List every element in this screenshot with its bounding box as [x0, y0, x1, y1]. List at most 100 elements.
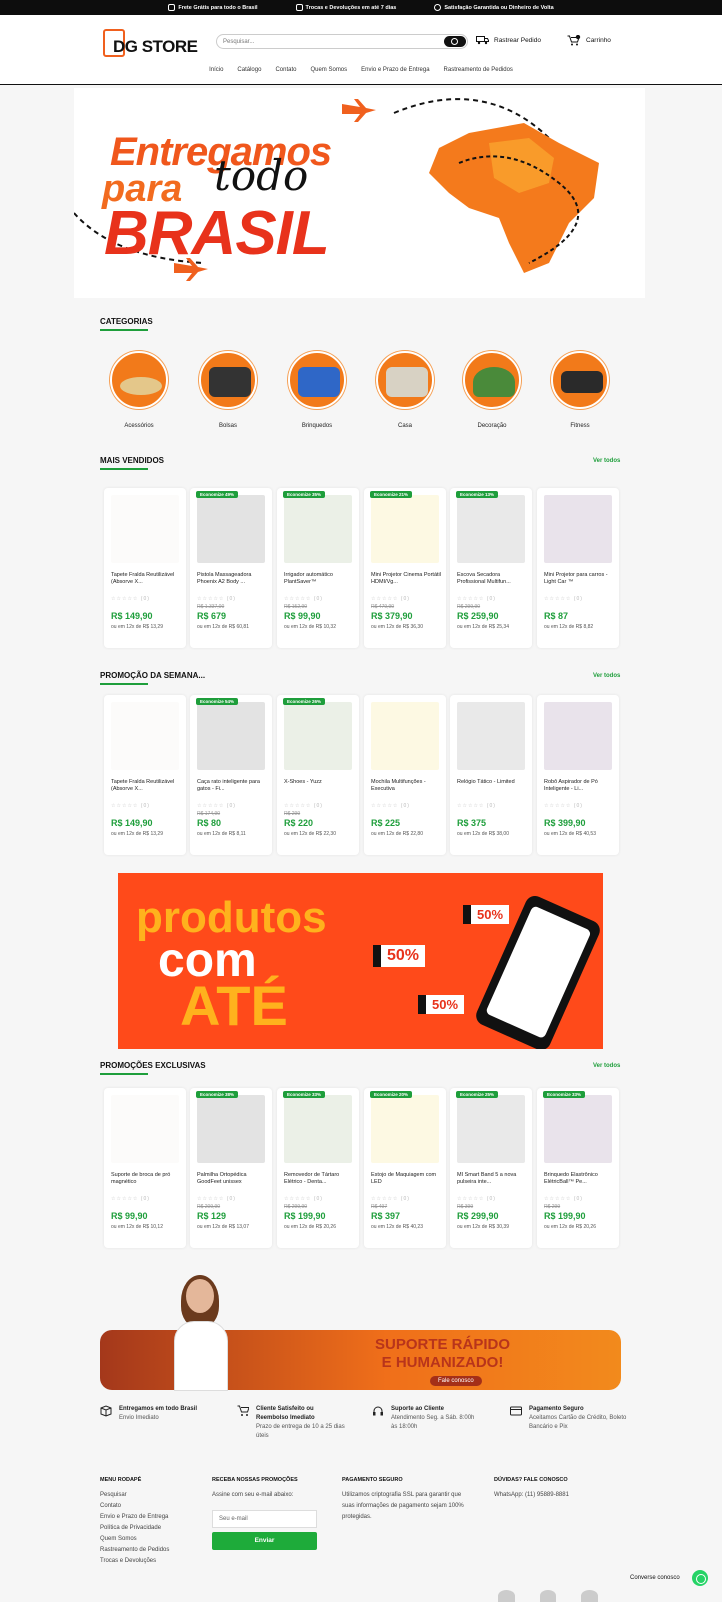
newsletter-submit-button[interactable]: Enviar: [212, 1532, 317, 1550]
product-image[interactable]: [197, 702, 265, 770]
product-name[interactable]: Tapete Fralda Reutilizável (Absorve X...: [111, 572, 181, 586]
product-image[interactable]: [544, 495, 612, 563]
whatsapp-icon[interactable]: [692, 1570, 708, 1586]
installments: ou em 12x de R$ 25,34: [457, 624, 509, 630]
product-card[interactable]: Tapete Fralda Reutilizável (Absorve X...…: [104, 488, 186, 648]
cart-link[interactable]: Carrinho: [567, 35, 611, 46]
nav-item-quem-somos[interactable]: Quem Somos: [310, 67, 347, 73]
product-card[interactable]: Robô Aspirador de Pó Inteligente - Li...…: [537, 695, 619, 855]
product-card[interactable]: Economize 49% Pistola Massageadora Phoeni…: [190, 488, 272, 648]
category-bolsas[interactable]: Bolsas: [196, 351, 260, 429]
product-card[interactable]: Economize 21% Mini Projetor Cinema Portát…: [364, 488, 446, 648]
hero-banner[interactable]: Entregamos para BRASIL todo: [74, 88, 645, 298]
footer-link[interactable]: Envio e Prazo de Entrega: [100, 1512, 200, 1523]
section-title-categories: CATEGORIAS: [100, 317, 153, 331]
product-image[interactable]: [544, 702, 612, 770]
rating-stars: ☆☆☆☆☆ (0): [284, 803, 323, 809]
product-card[interactable]: Economize 25% MI Smart Band 5 a nova puls…: [450, 1088, 532, 1248]
product-card[interactable]: Economize 26% X-Shoes - Yuzz ☆☆☆☆☆ (0) R$ 2…: [277, 695, 359, 855]
product-card[interactable]: Mini Projetor para carros - Light Car ™ ☆…: [537, 488, 619, 648]
product-name[interactable]: Removedor de Tártaro Elétrico - Denta...: [284, 1172, 354, 1186]
footer-link[interactable]: Rastreamento de Pedidos: [100, 1545, 200, 1556]
section-title-week-promo: PROMOÇÃO DA SEMANA...: [100, 671, 206, 685]
product-name[interactable]: Pistola Massageadora Phoenix A2 Body ...: [197, 572, 267, 586]
promo-banner[interactable]: produtos com ATÉ 50% 50% 50%: [118, 873, 603, 1049]
footer-link[interactable]: Contato: [100, 1501, 200, 1512]
product-name[interactable]: Palmilha Ortopédica GoodFeet unissex: [197, 1172, 267, 1186]
product-name[interactable]: Mochila Multifunções - Executiva: [371, 779, 441, 793]
nav-item-contato[interactable]: Contato: [275, 67, 296, 73]
product-card[interactable]: Economize 33% Removedor de Tártaro Elétri…: [277, 1088, 359, 1248]
whatsapp-label[interactable]: Converse conosco: [630, 1575, 680, 1581]
product-image[interactable]: [111, 702, 179, 770]
category-brinquedos[interactable]: Brinquedos: [285, 351, 349, 429]
product-image[interactable]: [371, 1095, 439, 1163]
product-name[interactable]: Escova Secadora Profissional Multifun...: [457, 572, 527, 586]
product-image[interactable]: [111, 1095, 179, 1163]
product-price: R$ 99,90: [111, 1211, 148, 1221]
search-input[interactable]: Pesquisar...: [216, 34, 468, 49]
track-order-link[interactable]: Rastrear Pedido: [476, 35, 541, 45]
see-all-link[interactable]: Ver todos: [593, 458, 620, 464]
product-card[interactable]: Economize 20% Estojo de Maquiagem com LED…: [364, 1088, 446, 1248]
product-card[interactable]: Economize 33% Brinquedo Elastrônico Elétr…: [537, 1088, 619, 1248]
contact-button[interactable]: Fale conosco: [430, 1376, 482, 1386]
footer-link[interactable]: Quem Somos: [100, 1534, 200, 1545]
product-name[interactable]: Mini Projetor para carros - Light Car ™: [544, 572, 614, 586]
product-name[interactable]: Suporte de broca de pró magnético: [111, 1172, 181, 1186]
product-image[interactable]: [197, 495, 265, 563]
nav-item-envio[interactable]: Envio e Prazo de Entrega: [361, 67, 429, 73]
product-price: R$ 87: [544, 611, 569, 621]
product-name[interactable]: Caça rato inteligente para gatos - Fi...: [197, 779, 267, 793]
product-image[interactable]: [457, 1095, 525, 1163]
product-card[interactable]: Mochila Multifunções - Executiva ☆☆☆☆☆ (0…: [364, 695, 446, 855]
product-image[interactable]: [457, 702, 525, 770]
product-image[interactable]: [111, 495, 179, 563]
footer-link[interactable]: Trocas e Devoluções: [100, 1556, 200, 1567]
product-name[interactable]: Estojo de Maquiagem com LED: [371, 1172, 441, 1186]
nav-item-rastreamento[interactable]: Rastreamento de Pedidos: [444, 67, 513, 73]
see-all-link[interactable]: Ver todos: [593, 673, 620, 679]
search-button[interactable]: [444, 36, 466, 47]
nav-item-inicio[interactable]: Início: [209, 67, 223, 73]
product-image[interactable]: [284, 702, 352, 770]
product-name[interactable]: Brinquedo Elastrônico ElétricBall™ Pe...: [544, 1172, 614, 1186]
see-all-link[interactable]: Ver todos: [593, 1063, 620, 1069]
cart-icon: [567, 35, 581, 46]
category-fitness[interactable]: Fitness: [548, 351, 612, 429]
category-image: [376, 351, 434, 409]
seal-badge: [581, 1590, 599, 1602]
product-image[interactable]: [284, 495, 352, 563]
product-name[interactable]: Mini Projetor Cinema Portátil HDMI/Vg...: [371, 572, 441, 586]
product-card[interactable]: Economize 35% Irrigador automático PlantS…: [277, 488, 359, 648]
product-card[interactable]: Economize 13% Escova Secadora Profissiona…: [450, 488, 532, 648]
product-card[interactable]: Suporte de broca de pró magnético ☆☆☆☆☆ (…: [104, 1088, 186, 1248]
footer-newsletter: RECEBA NOSSAS PROMOÇÕES Assine com seu e…: [212, 1477, 298, 1498]
product-card[interactable]: Relógio Tático - Limited ☆☆☆☆☆ (0) R$ 375 o…: [450, 695, 532, 855]
product-image[interactable]: [284, 1095, 352, 1163]
product-name[interactable]: Irrigador automático PlantSaver™: [284, 572, 354, 586]
product-name[interactable]: Robô Aspirador de Pó Inteligente - Li...: [544, 779, 614, 793]
product-card[interactable]: Tapete Fralda Reutilizável (Absorve X...…: [104, 695, 186, 855]
newsletter-email-field[interactable]: Seu e-mail: [212, 1510, 317, 1528]
product-name[interactable]: Relógio Tático - Limited: [457, 779, 527, 793]
product-card[interactable]: Economize 38% Palmilha Ortopédica GoodFee…: [190, 1088, 272, 1248]
product-name[interactable]: Tapete Fralda Reutilizável (Absorve X...: [111, 779, 181, 793]
footer-link[interactable]: Pesquisar: [100, 1490, 200, 1501]
category-casa[interactable]: Casa: [373, 351, 437, 429]
announcement-item: Satisfação Garantida ou Dinheiro de Volt…: [434, 4, 554, 11]
product-image[interactable]: [197, 1095, 265, 1163]
product-name[interactable]: MI Smart Band 5 a nova pulseira inte...: [457, 1172, 527, 1186]
product-name[interactable]: X-Shoes - Yuzz: [284, 779, 354, 793]
store-logo[interactable]: DG STORE: [103, 28, 203, 63]
product-image[interactable]: [457, 495, 525, 563]
product-card[interactable]: Economize 54% Caça rato inteligente para …: [190, 695, 272, 855]
discount-ticket: 50%: [373, 945, 426, 967]
category-acessorios[interactable]: Acessórios: [107, 351, 171, 429]
product-image[interactable]: [544, 1095, 612, 1163]
nav-item-catalogo[interactable]: Catálogo: [237, 67, 261, 73]
product-image[interactable]: [371, 495, 439, 563]
product-image[interactable]: [371, 702, 439, 770]
category-decoracao[interactable]: Decoração: [460, 351, 524, 429]
footer-link[interactable]: Política de Privacidade: [100, 1523, 200, 1534]
